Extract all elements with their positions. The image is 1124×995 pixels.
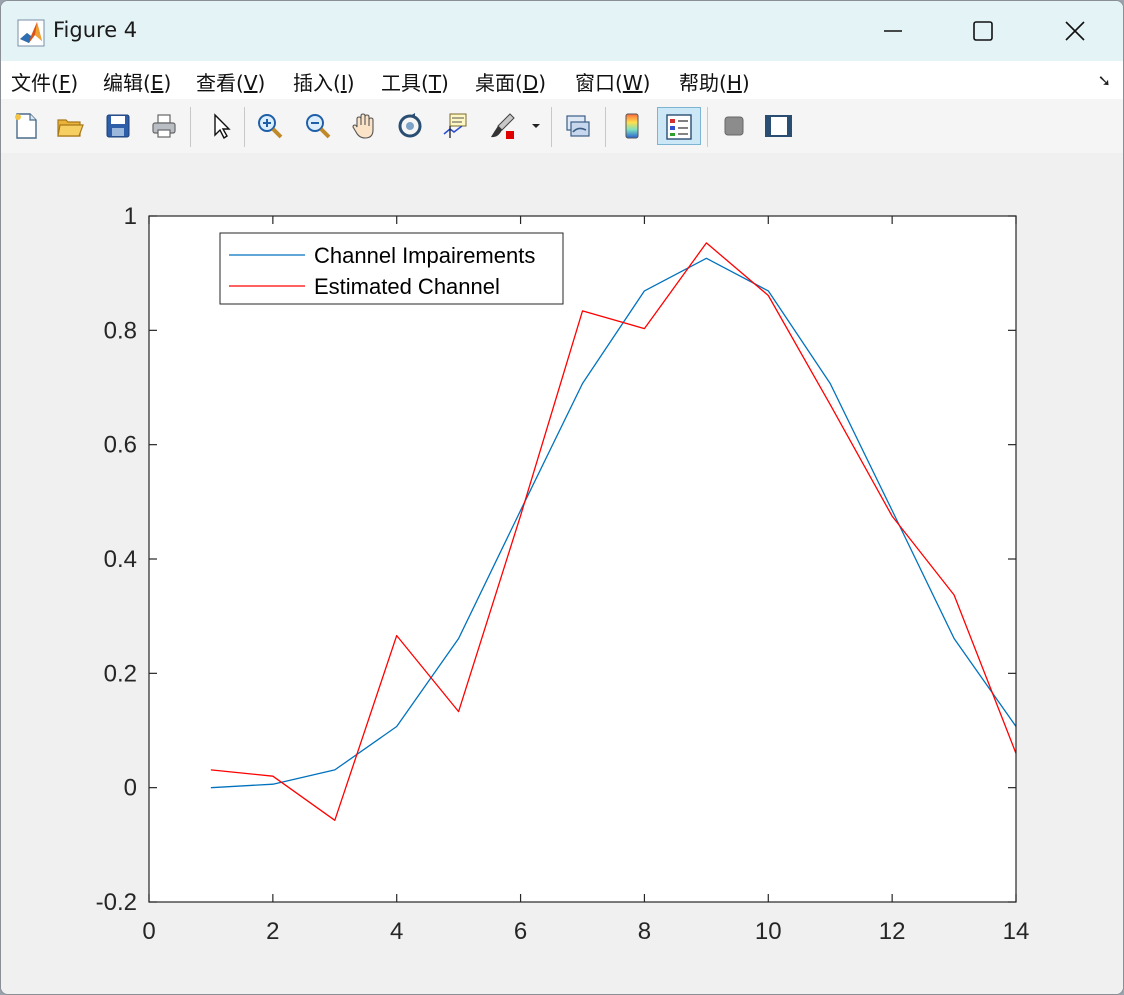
- new-figure-button[interactable]: [9, 107, 43, 145]
- menu-desktop[interactable]: 桌面(D): [475, 67, 546, 96]
- menu-insert[interactable]: 插入(I): [293, 67, 355, 96]
- maximize-icon: [973, 21, 993, 41]
- menu-view[interactable]: 查看(V): [196, 67, 265, 96]
- axes-background: [149, 216, 1016, 902]
- y-tick-label: 0.2: [104, 660, 137, 687]
- window-title: Figure 4: [53, 18, 138, 42]
- legend-label: Estimated Channel: [314, 274, 500, 299]
- y-tick-label: 0.8: [104, 317, 137, 344]
- brush-icon: [491, 113, 515, 139]
- figure-area: 0 2 4 6 8 10 12 14 -0.2 0 0.2 0.4 0.6 0.8 1 Channel Im…: [1, 153, 1123, 994]
- toolbar-separator: [190, 107, 191, 147]
- legend-icon: [666, 114, 692, 140]
- toolbar-separator: [244, 107, 245, 147]
- menu-tools[interactable]: 工具(T): [381, 67, 449, 96]
- insert-colorbar-button[interactable]: [615, 107, 649, 145]
- colorbar-icon: [625, 113, 639, 139]
- close-button[interactable]: [1029, 1, 1121, 61]
- y-tick-label: 1: [124, 203, 137, 230]
- new-figure-icon: [15, 113, 37, 139]
- legend[interactable]: Channel Impairements Estimated Channel: [219, 232, 564, 305]
- open-file-button[interactable]: [53, 107, 87, 145]
- minimize-icon: [884, 30, 902, 32]
- hide-plot-tools-icon: [724, 116, 744, 136]
- rotate-3d-icon: [398, 113, 422, 138]
- open-file-icon: [57, 119, 84, 137]
- x-tick-label: 6: [514, 918, 527, 945]
- toolbar-separator: [707, 107, 708, 147]
- line-plot[interactable]: 0 2 4 6 8 10 12 14-0.200.20.40.60.81 Channel Im…: [1, 153, 1123, 994]
- edit-plot-button[interactable]: [203, 107, 237, 145]
- link-plot-icon: [566, 115, 590, 137]
- brush-dropdown-button[interactable]: [529, 107, 543, 145]
- menu-window[interactable]: 窗口(W): [575, 67, 650, 96]
- toolbar-separator: [605, 107, 606, 147]
- show-plot-tools-button[interactable]: [761, 107, 795, 145]
- y-tick-label: 0: [124, 775, 137, 802]
- show-plot-tools-icon: [765, 115, 792, 137]
- menu-bar: 文件(F) 编辑(E) 查看(V) 插入(I) 工具(T) 桌面(D) 窗口(W…: [1, 61, 1123, 99]
- menu-help[interactable]: 帮助(H): [679, 67, 750, 96]
- figure-window: Figure 4 文件(F) 编辑(E) 查看(V) 插入(I) 工具(T) 桌…: [0, 0, 1124, 995]
- pan-icon: [352, 113, 374, 139]
- rotate-3d-button[interactable]: [393, 107, 427, 145]
- title-bar[interactable]: Figure 4: [1, 1, 1123, 61]
- y-tick-label: -0.2: [96, 889, 137, 916]
- figure-toolbar: [1, 99, 1123, 154]
- x-tick-label: 10: [755, 918, 782, 945]
- save-icon: [106, 114, 130, 138]
- legend-label: Channel Impairements: [314, 243, 535, 268]
- zoom-in-button[interactable]: [253, 107, 287, 145]
- zoom-out-icon: [306, 114, 331, 139]
- x-tick-label: 2: [266, 918, 279, 945]
- x-tick-label: 12: [879, 918, 906, 945]
- y-tick-label: 0.4: [104, 546, 137, 573]
- chevron-down-icon: [532, 124, 540, 128]
- print-button[interactable]: [147, 107, 181, 145]
- edit-plot-icon: [214, 113, 231, 140]
- link-plot-button[interactable]: [561, 107, 595, 145]
- x-tick-label: 8: [638, 918, 651, 945]
- brush-button[interactable]: [485, 107, 519, 145]
- x-tick-label: 0: [142, 918, 155, 945]
- toolbar-separator: [551, 107, 552, 147]
- matlab-logo-icon: [17, 19, 45, 47]
- print-icon: [152, 114, 176, 138]
- maximize-button[interactable]: [937, 1, 1029, 61]
- data-cursor-button[interactable]: [439, 107, 473, 145]
- minimize-button[interactable]: [847, 1, 939, 61]
- y-tick-label: 0.6: [104, 432, 137, 459]
- x-tick-label: 14: [1003, 918, 1030, 945]
- insert-legend-button[interactable]: [657, 107, 701, 145]
- data-cursor-icon: [443, 113, 467, 138]
- x-tick-label: 4: [390, 918, 403, 945]
- save-button[interactable]: [101, 107, 135, 145]
- hide-plot-tools-button[interactable]: [717, 107, 751, 145]
- menu-file[interactable]: 文件(F): [11, 67, 78, 96]
- menu-edit[interactable]: 编辑(E): [103, 67, 171, 96]
- zoom-in-icon: [258, 114, 283, 139]
- zoom-out-button[interactable]: [301, 107, 335, 145]
- dock-arrow-icon[interactable]: ➘: [1098, 71, 1111, 90]
- close-icon: [1065, 21, 1085, 41]
- pan-button[interactable]: [347, 107, 381, 145]
